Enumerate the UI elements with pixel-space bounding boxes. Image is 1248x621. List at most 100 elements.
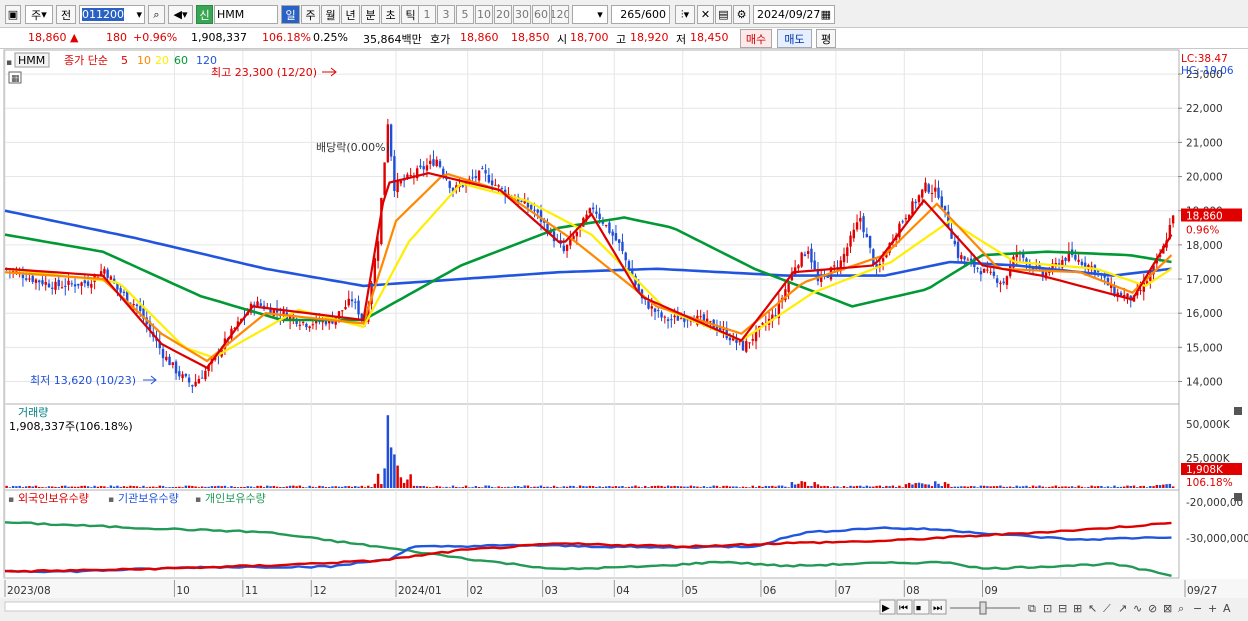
drawing-tool-icon-13[interactable]: A <box>1223 602 1231 615</box>
volume-bar <box>1015 485 1018 488</box>
drawing-tool-icon-5[interactable]: ⟋ <box>1103 602 1111 615</box>
lc-label: LC:38.47 <box>1181 53 1228 65</box>
chevron-down-icon: ▾ <box>597 8 603 21</box>
candle-body <box>624 252 627 261</box>
drawing-tool-icon-0[interactable]: ⧉ <box>1028 602 1036 615</box>
volume-bar <box>428 487 432 488</box>
volume-bar <box>670 486 673 488</box>
candle-body <box>1005 276 1009 285</box>
price-tick-label-9: 14,000 <box>1186 377 1223 389</box>
volume-bar <box>1155 484 1159 488</box>
interval-button-30[interactable]: 30 <box>513 5 531 24</box>
volume-bar <box>614 486 618 488</box>
volume-bar <box>321 486 324 488</box>
search-icon[interactable]: ⌕ <box>148 5 165 24</box>
candle-body <box>953 240 957 245</box>
volume-bar <box>963 486 966 488</box>
candle-body <box>70 283 73 285</box>
zoom-slider-handle[interactable] <box>979 601 987 615</box>
open-label: 시 <box>557 33 568 46</box>
avg-button[interactable]: 평 <box>816 29 836 48</box>
drawing-tool-icon-7[interactable]: ∿ <box>1133 602 1142 615</box>
period-tab-4[interactable]: 분 <box>361 5 380 24</box>
candle-body <box>670 319 673 321</box>
volume-bar <box>292 485 295 488</box>
candle-body <box>161 348 165 359</box>
candle-body <box>119 288 122 293</box>
drawing-tool-icon-10[interactable]: ⌕ <box>1178 602 1184 615</box>
interval-button-1[interactable]: 1 <box>418 5 436 24</box>
drawing-tool-icon-6[interactable]: ↗ <box>1118 602 1127 615</box>
candle-body <box>409 175 412 177</box>
candle-body <box>608 222 611 233</box>
date-field[interactable]: 2024/09/27 ▦ <box>753 5 835 24</box>
period-tab-3[interactable]: 년 <box>341 5 360 24</box>
volume-bar <box>125 486 129 488</box>
period-tab-5[interactable]: 초 <box>381 5 400 24</box>
drawing-tool-icon-2[interactable]: ⊟ <box>1058 602 1067 615</box>
ma-legend-prefix: 종가 단순 <box>64 54 108 67</box>
speaker-icon[interactable]: ◀▾ <box>168 5 193 24</box>
candle-body <box>526 202 530 208</box>
stock-code-input[interactable]: 011200 ▾ <box>79 5 145 24</box>
period-tab-0[interactable]: 일 <box>281 5 300 24</box>
toolbar: ▣ 주 ▾ 전 011200 ▾ ⌕ ◀▾ 신 HMM ▾ 265/600 ⫶▾ ✕… <box>0 0 1248 28</box>
count-field[interactable]: 265/600 <box>611 5 670 24</box>
volume-bar <box>513 486 517 488</box>
volume-bar <box>1005 486 1009 488</box>
volume-bar <box>982 485 986 488</box>
buy-button[interactable]: 매수 <box>740 29 772 48</box>
indicator-icon[interactable]: ✕ <box>697 5 714 24</box>
drawing-tool-icon-8[interactable]: ⊘ <box>1148 602 1157 615</box>
candle-body <box>1064 257 1067 261</box>
dividend-annotation: 배당락(0.00%) <box>316 141 390 154</box>
prev-button[interactable]: 전 <box>56 5 76 24</box>
interval-custom-select[interactable]: ▾ <box>572 5 608 24</box>
volume-bar <box>774 486 777 488</box>
drawing-tool-icon-4[interactable]: ↖ <box>1088 602 1097 615</box>
interval-button-3[interactable]: 3 <box>437 5 455 24</box>
drawing-tool-icon-9[interactable]: ⊠ <box>1163 602 1172 615</box>
volume-bar <box>702 486 706 488</box>
candle-body <box>419 165 422 168</box>
volume-bar <box>70 486 74 488</box>
volume-bar <box>415 485 419 488</box>
chevron-down-icon[interactable]: ▾ <box>136 8 142 21</box>
stock-name-field[interactable]: HMM <box>214 5 278 24</box>
gear-icon[interactable]: ⚙ <box>733 5 750 24</box>
volume-bar <box>272 485 276 488</box>
layout-icon[interactable]: ▣ <box>5 5 21 24</box>
volume-bar <box>402 482 406 488</box>
interval-button-20[interactable]: 20 <box>494 5 512 24</box>
save-icon[interactable]: ▤ <box>715 5 732 24</box>
candle-body <box>833 265 836 267</box>
sell-button[interactable]: 매도 <box>777 29 812 48</box>
candle-type-icon[interactable]: ⫶▾ <box>675 5 695 24</box>
interval-button-10[interactable]: 10 <box>475 5 493 24</box>
interval-button-5[interactable]: 5 <box>456 5 474 24</box>
drawing-tool-icon-12[interactable]: + <box>1208 602 1217 615</box>
holdings-legend-marker-2: ▪ <box>195 495 201 505</box>
period-tab-1[interactable]: 주 <box>301 5 320 24</box>
period-tab-2[interactable]: 월 <box>321 5 340 24</box>
volume-bar <box>657 485 660 488</box>
stock-chart[interactable]: 23,00022,00021,00020,00019,00018,00017,0… <box>0 49 1248 621</box>
candle-body <box>393 156 396 191</box>
volume-bar <box>780 485 784 488</box>
volume-bar <box>1129 485 1132 488</box>
volume-bar <box>894 487 898 488</box>
drawing-tool-icon-11[interactable]: − <box>1193 602 1202 615</box>
interval-button-120[interactable]: 120 <box>551 5 569 24</box>
drawing-tool-icon-3[interactable]: ⊞ <box>1073 602 1082 615</box>
volume-bar <box>425 486 429 488</box>
candle-body <box>461 185 464 187</box>
market-select[interactable]: 주 ▾ <box>25 5 53 24</box>
calendar-icon[interactable]: ▦ <box>821 8 831 21</box>
volume-bar <box>1132 485 1136 488</box>
volume-bar <box>516 486 520 488</box>
volume-bar <box>920 483 924 488</box>
volume-bar <box>634 485 637 488</box>
drawing-tool-icon-1[interactable]: ⊡ <box>1043 602 1052 615</box>
interval-button-60[interactable]: 60 <box>532 5 550 24</box>
volume-bar <box>1074 487 1077 488</box>
